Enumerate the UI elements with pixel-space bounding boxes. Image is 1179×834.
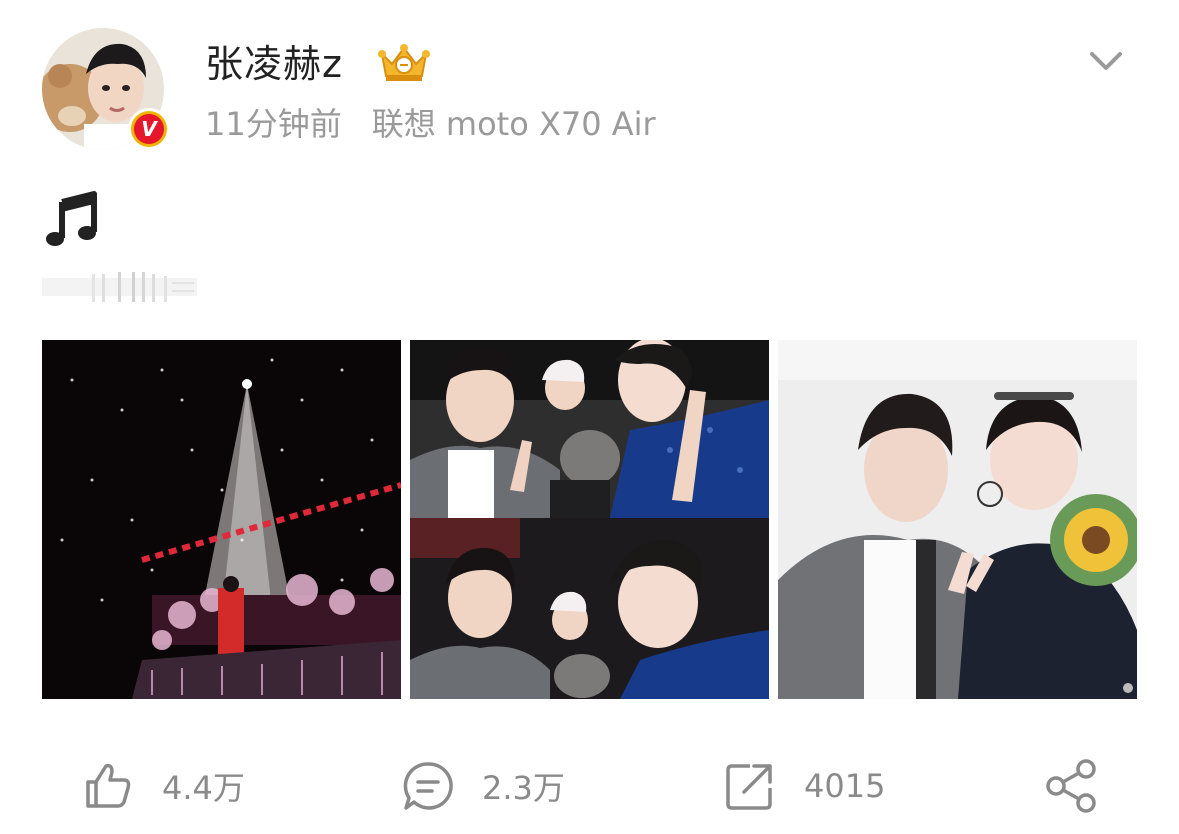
comment-icon [403, 762, 453, 810]
author-name[interactable]: 张凌赫z [205, 40, 343, 88]
like-count: 4.4万 [162, 769, 245, 807]
chevron-down-icon[interactable] [1086, 46, 1126, 76]
like-button[interactable]: 4.4万 [82, 756, 245, 816]
repost-icon [726, 764, 772, 810]
blurred-text [42, 272, 197, 302]
post-source[interactable]: 联想 moto X70 Air [372, 105, 656, 143]
share-button[interactable] [1044, 756, 1098, 816]
group-selfie-collage[interactable] [410, 340, 769, 699]
repost-count: 4015 [804, 767, 886, 805]
post-time: 11分钟前 [205, 105, 342, 143]
thumbs-up-icon [86, 763, 131, 808]
music-note-icon [46, 191, 97, 246]
concert-stage-photo[interactable] [42, 340, 401, 699]
selfie-with-fan-photo[interactable] [778, 340, 1137, 699]
comment-count: 2.3万 [482, 769, 565, 807]
comment-button[interactable]: 2.3万 [402, 756, 565, 816]
crown-icon [378, 44, 430, 81]
post-meta: 11分钟前 联想 moto X70 Air [205, 104, 656, 144]
repost-button[interactable]: 4015 [724, 756, 885, 816]
share-icon [1046, 759, 1096, 813]
verified-badge: V [128, 108, 170, 150]
